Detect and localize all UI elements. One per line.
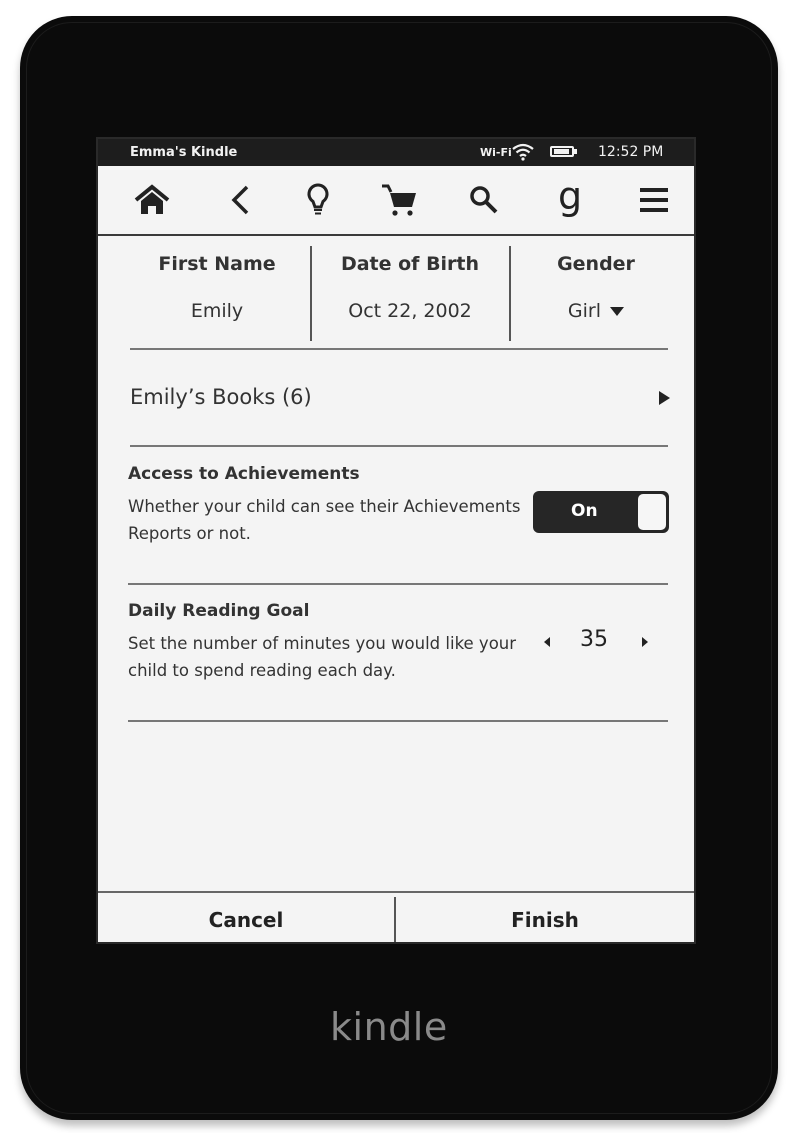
lightbulb-button[interactable] (298, 182, 338, 222)
date-of-birth-field[interactable]: Date of Birth Oct 22, 2002 (312, 236, 508, 342)
wifi-icon (512, 143, 534, 165)
dropdown-arrow-icon (610, 307, 625, 316)
battery-tip (574, 149, 577, 154)
search-button[interactable] (464, 182, 504, 222)
toggle-knob (638, 494, 666, 530)
childs-books-row[interactable]: Emily’s Books (6) (130, 385, 670, 415)
footer-actions: Cancel Finish (98, 891, 694, 942)
status-bar: Emma's Kindle Wi-Fi 12:52 PM (98, 139, 694, 166)
wifi-label: Wi-Fi (480, 146, 512, 159)
cart-icon (381, 183, 419, 221)
reading-goal-stepper: 35 (544, 627, 654, 661)
goodreads-icon: g (557, 174, 583, 218)
search-icon (468, 184, 500, 220)
menu-button[interactable] (634, 182, 674, 222)
date-of-birth-value: Oct 22, 2002 (348, 300, 472, 322)
toolbar: g (98, 166, 694, 236)
lightbulb-icon (306, 183, 330, 221)
divider (128, 720, 668, 722)
back-button[interactable] (220, 182, 260, 222)
home-icon (134, 184, 170, 220)
menu-icon (640, 187, 668, 217)
back-icon (229, 184, 251, 220)
clock: 12:52 PM (598, 144, 664, 160)
achievements-toggle[interactable]: On (533, 491, 669, 533)
increment-arrow-icon[interactable] (642, 637, 648, 647)
finish-button[interactable]: Finish (396, 893, 694, 942)
reading-goal-title: Daily Reading Goal (128, 601, 310, 621)
reading-goal-description: Set the number of minutes you would like… (128, 634, 517, 680)
first-name-field[interactable]: First Name Emily (128, 236, 306, 342)
divider (130, 348, 668, 350)
gender-label: Gender (557, 253, 635, 275)
divider (128, 583, 668, 585)
battery-icon (550, 146, 574, 157)
home-button[interactable] (132, 182, 172, 222)
cancel-button[interactable]: Cancel (98, 893, 394, 942)
divider (130, 445, 668, 447)
books-label: Emily’s Books (6) (130, 385, 312, 409)
gender-value-wrap: Girl (511, 300, 681, 322)
kindle-logo: kindle (330, 1005, 448, 1049)
toggle-state-label: On (571, 501, 598, 521)
gender-dropdown[interactable]: Gender Girl (511, 236, 681, 342)
store-button[interactable] (380, 182, 420, 222)
screen: Emma's Kindle Wi-Fi 12:52 PM g First Nam… (96, 137, 696, 944)
device-name: Emma's Kindle (130, 145, 238, 160)
decrement-arrow-icon[interactable] (544, 637, 550, 647)
child-profile-header: First Name Emily Date of Birth Oct 22, 2… (98, 236, 694, 348)
achievements-description: Whether your child can see their Achieve… (128, 497, 521, 543)
chevron-right-icon (659, 391, 670, 405)
first-name-value: Emily (190, 300, 244, 322)
first-name-label: First Name (158, 253, 276, 275)
gender-value: Girl (567, 300, 602, 322)
achievements-title: Access to Achievements (128, 464, 360, 484)
reading-goal-minutes: 35 (580, 627, 608, 652)
date-of-birth-label: Date of Birth (340, 253, 480, 275)
goodreads-button[interactable]: g (550, 174, 590, 218)
